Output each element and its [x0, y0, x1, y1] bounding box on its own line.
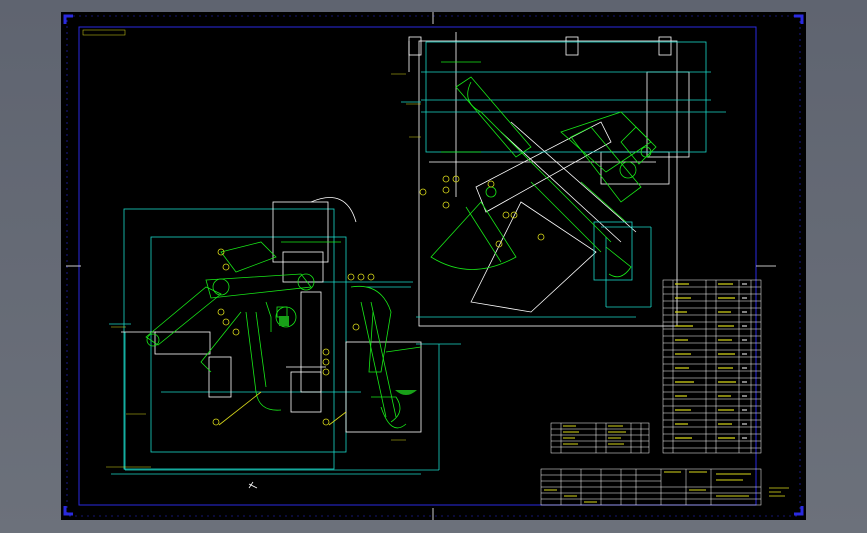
title-block	[540, 468, 762, 506]
parts-list-table	[662, 279, 762, 454]
corner-markers	[63, 14, 804, 516]
top-plan-view	[391, 32, 726, 327]
sub-parts-table	[550, 422, 650, 454]
drawing-sheet	[61, 12, 806, 520]
parts-list-qty-marks	[742, 283, 747, 439]
corner-label	[82, 29, 126, 36]
parts-list-text-marks	[675, 283, 736, 439]
margin-note	[769, 487, 789, 497]
center-marks	[66, 12, 776, 520]
cad-canvas	[63, 12, 804, 520]
left-elevation-view	[106, 197, 461, 489]
inner-border	[78, 26, 757, 506]
